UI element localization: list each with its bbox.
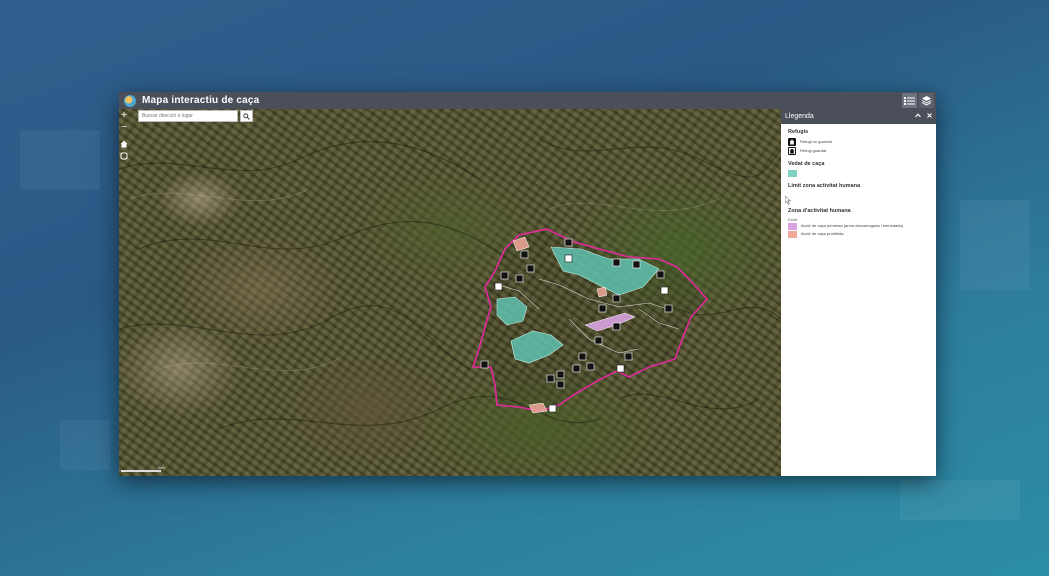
refuge-marker (612, 322, 621, 331)
refuge-marker (520, 250, 529, 259)
refuge-marker (612, 294, 621, 303)
legend-item-label: Refugi no guardat (800, 138, 832, 144)
refuge-marker (572, 364, 581, 373)
header-toolbar (902, 93, 934, 108)
refuge-marker (632, 260, 641, 269)
map-view[interactable]: + − 1km (119, 109, 781, 476)
refuge-marker (494, 282, 503, 291)
search-button[interactable] (240, 110, 253, 122)
search-icon (243, 112, 250, 120)
refuge-marker (526, 264, 535, 273)
scale-label: 1km (157, 465, 165, 470)
search-input[interactable] (138, 110, 238, 122)
app-header: Mapa interactiu de caça (119, 92, 936, 109)
legend-section-title: Zona d'activitat humana (788, 208, 851, 214)
refuge-marker (500, 271, 509, 280)
legend-section-title: Límit zona activitat humana (788, 183, 861, 189)
legend-item-label: Acció de caça permesa (arma descarregada… (801, 223, 904, 229)
legend-panel: Llegenda Refugis Refugi no guardat Refug… (781, 109, 936, 476)
refuge-marker (556, 370, 565, 379)
chevron-up-icon (915, 113, 921, 118)
locate-icon (120, 152, 128, 160)
legend-item: Refugi guardat (788, 147, 929, 155)
hunting-zone-swatch (788, 170, 797, 177)
home-icon (120, 140, 128, 148)
app-logo-icon (124, 94, 136, 107)
refuge-marker (556, 380, 565, 389)
home-button[interactable] (119, 139, 129, 149)
permitted-zone-swatch (788, 223, 797, 230)
scale-bar (121, 470, 161, 472)
zoom-in-button[interactable]: + (119, 111, 129, 121)
legend-list-icon (904, 96, 915, 105)
layers-button[interactable] (919, 93, 934, 108)
refuge-marker (656, 270, 665, 279)
refuge-marker (586, 362, 595, 371)
legend-section-title: Refugis (788, 129, 809, 135)
layers-icon (921, 96, 932, 106)
refuge-marker (598, 304, 607, 313)
legend-button[interactable] (902, 93, 917, 108)
refuge-marker (660, 286, 669, 295)
legend-item: Acció de caça prohibida (788, 231, 929, 238)
refuge-marker (616, 364, 625, 373)
locate-button[interactable] (119, 151, 129, 161)
legend-item (788, 192, 929, 202)
refuge-marker (515, 274, 524, 283)
zoom-out-button[interactable]: − (119, 123, 129, 133)
refuge-marker (564, 238, 573, 247)
legend-subtitle: Estat (788, 217, 798, 222)
legend-item-label: Acció de caça prohibida (801, 231, 844, 237)
refuge-marker (480, 360, 489, 369)
mouse-cursor-icon (785, 196, 791, 205)
background-tile (60, 420, 110, 470)
map-overlay (119, 138, 781, 430)
refuge-marker (664, 304, 673, 313)
refuge-marker (612, 258, 621, 267)
background-tile (20, 130, 100, 190)
collapse-legend-button[interactable] (915, 113, 921, 120)
legend-title: Llegenda (785, 113, 814, 120)
app-title: Mapa interactiu de caça (142, 95, 260, 106)
human-activity-prohibited-zone (596, 286, 608, 298)
refuge-marker (624, 352, 633, 361)
legend-item (788, 170, 929, 177)
prohibited-zone-swatch (788, 231, 797, 238)
legend-body: Refugis Refugi no guardat Refugi guardat… (781, 124, 936, 244)
close-icon (927, 113, 932, 118)
close-legend-button[interactable] (927, 113, 932, 120)
legend-section-title: Vedat de caça (788, 161, 825, 167)
refuge-unguarded-icon (788, 138, 796, 146)
refuge-marker (578, 352, 587, 361)
refuge-marker (564, 254, 573, 263)
background-tile (900, 480, 1020, 520)
refuge-marker (548, 404, 557, 413)
refuge-marker (594, 336, 603, 345)
legend-item: Refugi no guardat (788, 138, 929, 146)
background-tile (960, 200, 1030, 290)
refuge-guarded-icon (788, 147, 796, 155)
app-window: Mapa interactiu de caça + − Buscar direc… (119, 92, 936, 476)
legend-item: Acció de caça permesa (arma descarregada… (788, 223, 929, 230)
refuge-marker (546, 374, 555, 383)
legend-header: Llegenda (781, 109, 936, 124)
legend-item-label: Refugi guardat (800, 147, 827, 153)
